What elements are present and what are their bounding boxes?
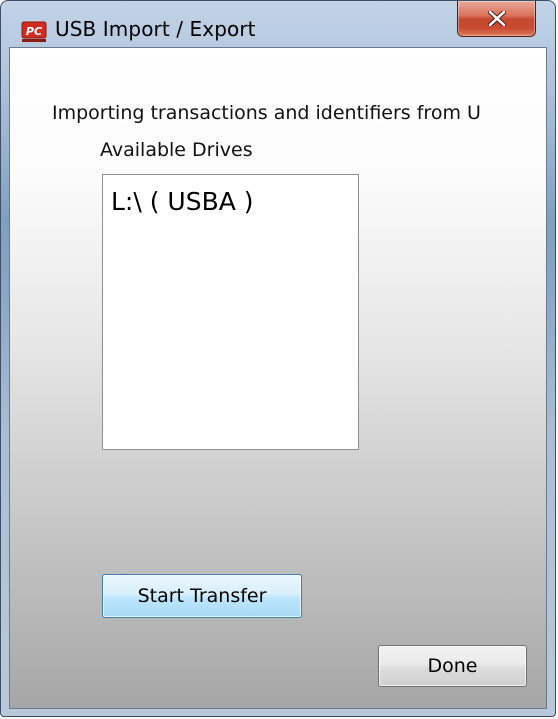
available-drives-label: Available Drives	[100, 139, 253, 161]
title-bar[interactable]: PC USB Import / Export	[1, 1, 555, 47]
import-status-text: Importing transactions and identifiers f…	[52, 102, 481, 124]
done-button[interactable]: Done	[378, 645, 527, 687]
window-title: USB Import / Export	[55, 17, 256, 41]
pc-logo-icon: PC	[21, 21, 47, 43]
drive-list-item[interactable]: L:\ ( USBA )	[111, 187, 254, 216]
drive-listbox[interactable]: L:\ ( USBA )	[102, 174, 359, 450]
start-transfer-button[interactable]: Start Transfer	[102, 574, 302, 618]
svg-text:PC: PC	[26, 25, 42, 38]
usb-import-export-window: PC USB Import / Export Importing transac…	[0, 0, 556, 717]
dialog-client-area: Importing transactions and identifiers f…	[9, 47, 547, 709]
close-button[interactable]	[457, 1, 536, 37]
